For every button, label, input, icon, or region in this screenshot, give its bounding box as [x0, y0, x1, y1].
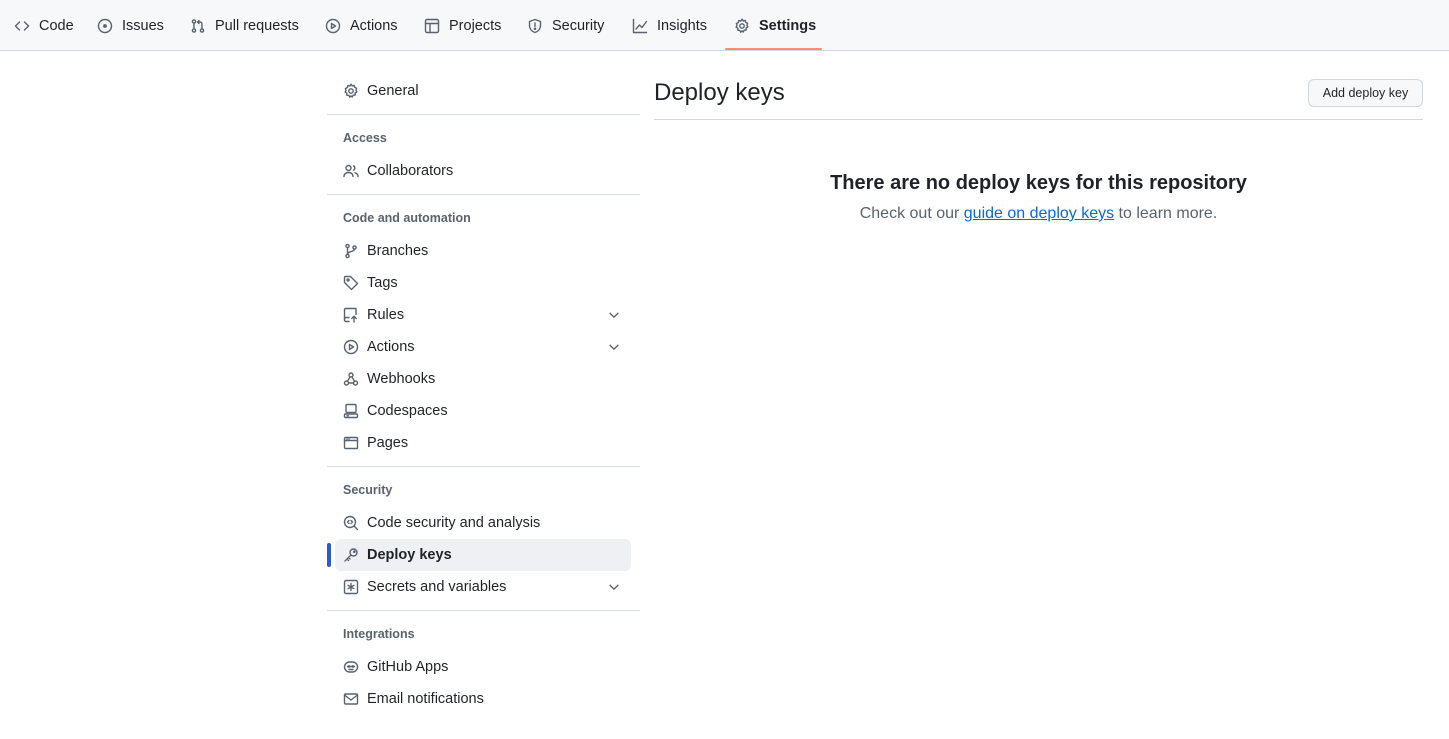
- tab-label: Actions: [350, 17, 398, 34]
- sidebar-item-general[interactable]: General: [335, 75, 631, 107]
- tab-settings[interactable]: Settings: [734, 0, 816, 51]
- sidebar-item-label: Webhooks: [367, 371, 436, 387]
- sidebar-item-code-security[interactable]: Code security and analysis: [335, 507, 631, 539]
- sidebar-item-label: Deploy keys: [367, 547, 452, 563]
- tab-label: Security: [552, 17, 605, 34]
- sidebar-item-label: Collaborators: [367, 163, 454, 179]
- shield-icon: [528, 18, 542, 33]
- tab-label: Insights: [657, 17, 707, 34]
- blankslate-text-before: Check out our: [859, 205, 964, 222]
- codescan-icon: [343, 515, 359, 531]
- sidebar-item-label: Secrets and variables: [367, 579, 507, 595]
- people-icon: [343, 164, 359, 178]
- page-title: Deploy keys: [654, 79, 785, 106]
- mail-icon: [343, 693, 359, 705]
- sidebar-item-deploy-keys[interactable]: Deploy keys: [335, 539, 631, 571]
- sidebar-item-label: Tags: [367, 275, 398, 291]
- title-divider: [654, 119, 1423, 120]
- play-icon: [343, 339, 359, 355]
- tab-label: Issues: [122, 17, 164, 34]
- sidebar-item-secrets-variables[interactable]: Secrets and variables: [335, 571, 631, 603]
- tab-label: Pull requests: [215, 17, 299, 34]
- sidebar-divider: [327, 466, 640, 467]
- sidebar-heading-integrations: Integrations: [343, 627, 415, 641]
- sidebar-item-webhooks[interactable]: Webhooks: [335, 363, 631, 395]
- sidebar-item-label: Rules: [367, 307, 405, 323]
- sidebar-item-email-notifications[interactable]: Email notifications: [335, 683, 631, 715]
- sidebar-item-label: Codespaces: [367, 403, 448, 419]
- sidebar-item-rules[interactable]: Rules: [335, 299, 631, 331]
- git-pull-request-icon: [191, 18, 205, 33]
- active-indicator: [327, 543, 331, 567]
- git-branch-icon: [345, 243, 357, 259]
- sidebar-divider: [327, 610, 640, 611]
- table-icon: [424, 18, 440, 33]
- chevron-down-icon[interactable]: [607, 308, 621, 322]
- gear-icon: [735, 18, 749, 33]
- sidebar-divider: [327, 194, 640, 195]
- browser-icon: [343, 436, 359, 450]
- sidebar-item-label: Pages: [367, 435, 409, 451]
- sidebar-item-label: Actions: [367, 339, 415, 355]
- tab-security[interactable]: Security: [527, 0, 604, 51]
- repo-nav: Code Issues Pull requests Actions Projec…: [0, 0, 1449, 51]
- sidebar-item-pages[interactable]: Pages: [335, 427, 631, 459]
- tab-code[interactable]: Code: [14, 0, 74, 51]
- blankslate-text-after: to learn more.: [1114, 205, 1218, 222]
- sidebar-divider: [327, 114, 640, 115]
- repo-push-icon: [343, 307, 357, 323]
- sidebar-item-label: GitHub Apps: [367, 659, 449, 675]
- sidebar-item-actions[interactable]: Actions: [335, 331, 631, 363]
- graph-icon: [632, 18, 648, 33]
- tab-label: Projects: [449, 17, 502, 34]
- play-icon: [325, 18, 341, 33]
- tab-projects[interactable]: Projects: [424, 0, 501, 51]
- tab-actions[interactable]: Actions: [325, 0, 398, 51]
- chevron-down-icon[interactable]: [607, 340, 621, 354]
- chevron-down-icon[interactable]: [607, 580, 621, 594]
- key-icon: [344, 548, 358, 562]
- sidebar-heading-code-automation: Code and automation: [343, 211, 471, 225]
- sidebar-item-codespaces[interactable]: Codespaces: [335, 395, 631, 427]
- sidebar-heading-access: Access: [343, 131, 387, 145]
- gear-icon: [344, 83, 358, 98]
- sidebar-item-tags[interactable]: Tags: [335, 267, 631, 299]
- tab-label: Settings: [759, 17, 817, 34]
- sidebar-item-collaborators[interactable]: Collaborators: [335, 155, 631, 187]
- sidebar-item-label: Email notifications: [367, 691, 484, 707]
- active-tab-underline: [725, 48, 822, 50]
- tab-insights[interactable]: Insights: [632, 0, 707, 51]
- sidebar-item-github-apps[interactable]: GitHub Apps: [335, 651, 631, 683]
- tab-issues[interactable]: Issues: [97, 0, 164, 51]
- blankslate-heading: There are no deploy keys for this reposi…: [830, 172, 1247, 194]
- add-deploy-key-button[interactable]: Add deploy key: [1308, 79, 1423, 107]
- sidebar-item-label: Code security and analysis: [367, 515, 541, 531]
- sidebar-heading-security: Security: [343, 483, 393, 497]
- sidebar-item-label: General: [367, 83, 419, 99]
- sidebar-item-label: Branches: [367, 243, 429, 259]
- code-icon: [14, 20, 30, 31]
- tab-label: Code: [39, 17, 74, 34]
- key-asterisk-icon: [343, 579, 359, 595]
- deploy-keys-guide-link[interactable]: guide on deploy keys: [964, 205, 1114, 222]
- hubot-icon: [343, 661, 359, 673]
- blankslate-text: Check out our guide on deploy keys to le…: [654, 205, 1423, 223]
- webhook-icon: [343, 372, 359, 386]
- tag-icon: [343, 275, 359, 291]
- codespaces-icon: [343, 403, 359, 419]
- tab-pull-requests[interactable]: Pull requests: [190, 0, 299, 51]
- issue-opened-icon: [97, 18, 113, 33]
- sidebar-item-branches[interactable]: Branches: [335, 235, 631, 267]
